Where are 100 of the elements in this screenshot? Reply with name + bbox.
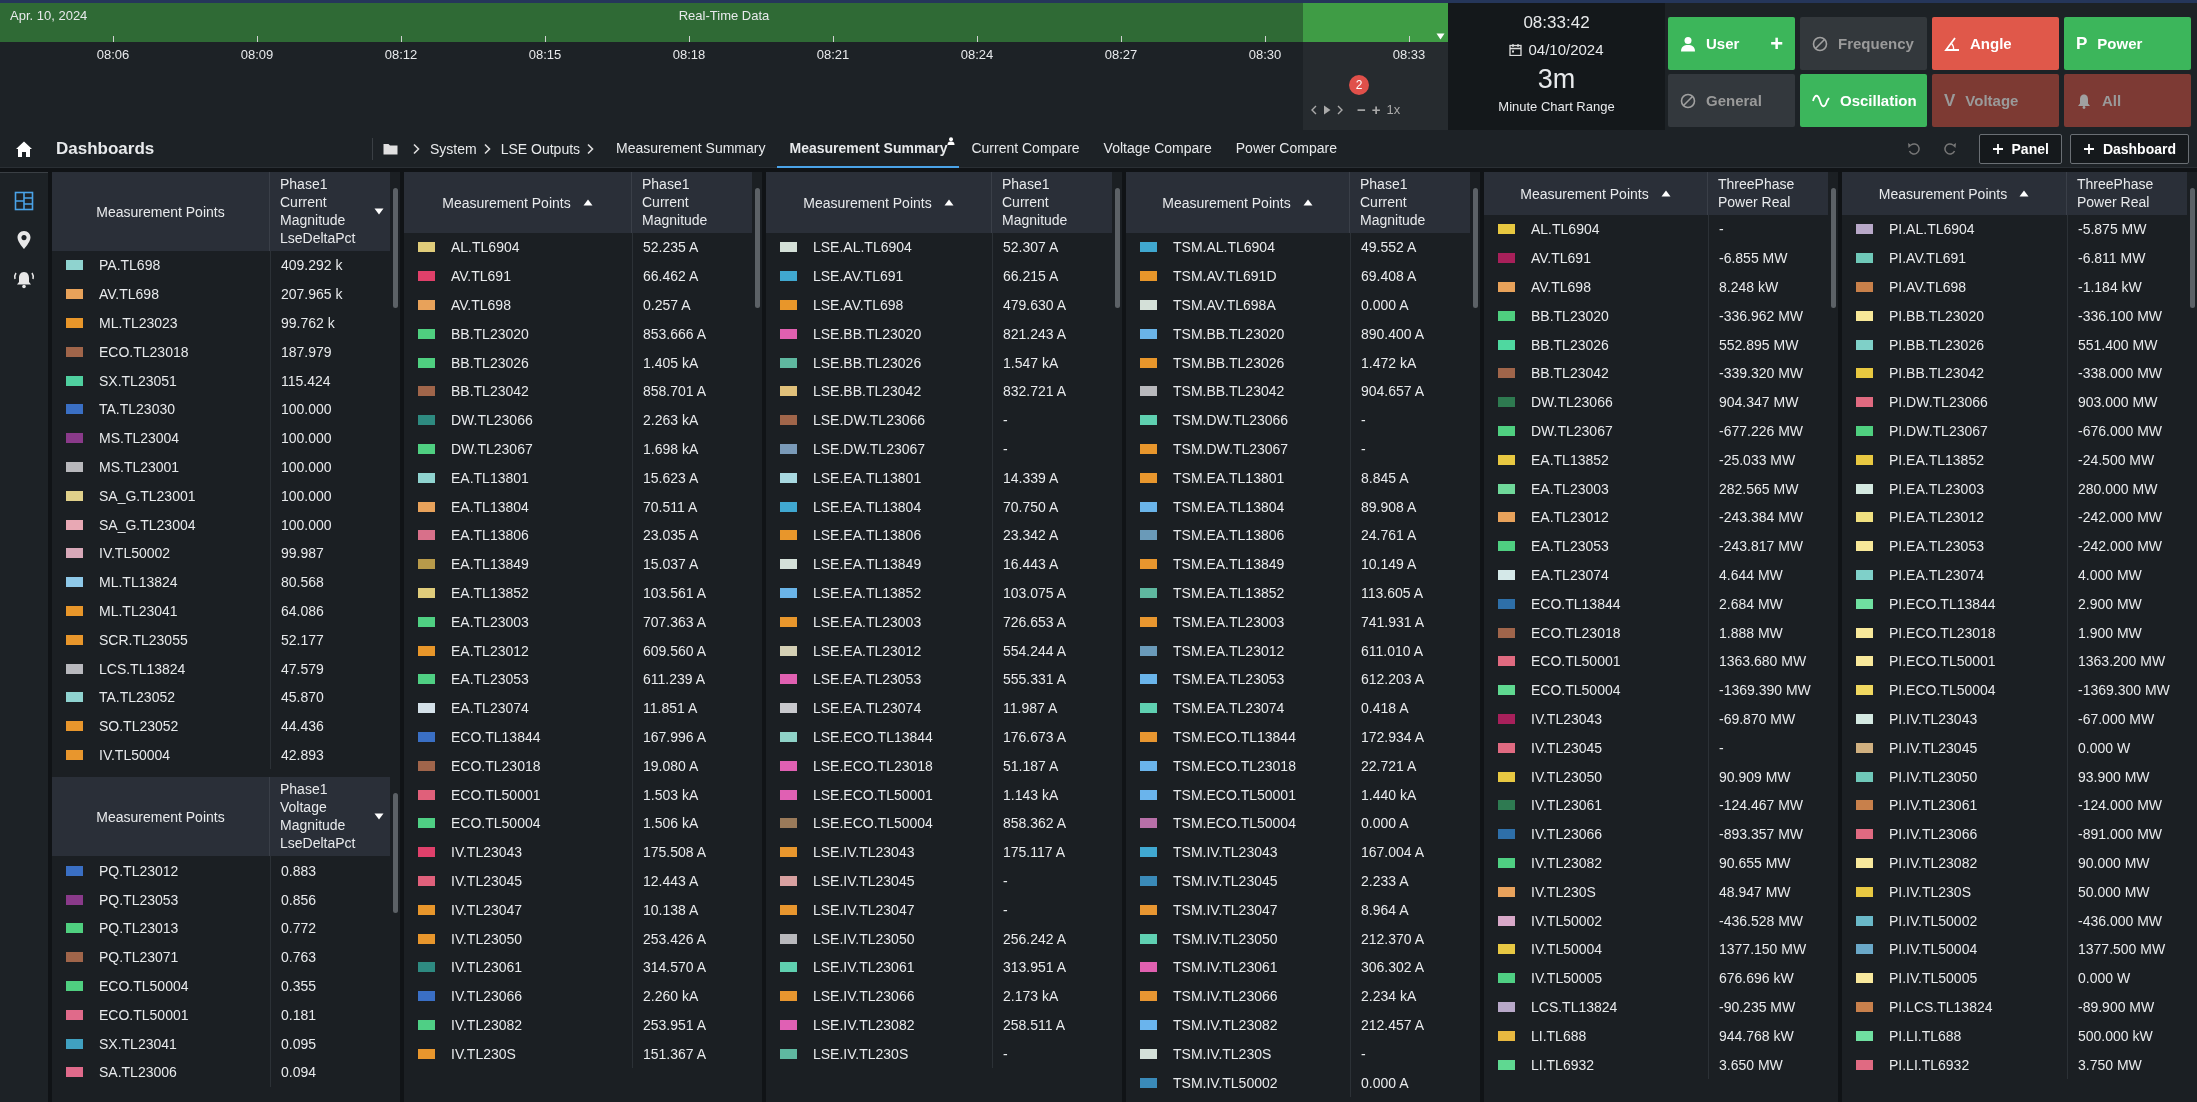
table-cell: TSM.ECO.TL23018 <box>1173 757 1296 774</box>
column-header[interactable]: Measurement Points <box>803 193 932 212</box>
table-cell: BB.TL23026 <box>451 354 529 371</box>
play-icon[interactable] <box>1323 104 1331 115</box>
table-cell: IV.TL23061 <box>451 959 523 976</box>
mode-button[interactable]: Frequency <box>1800 17 1927 70</box>
table-cell: IV.TL23082 <box>451 1016 523 1033</box>
table-cell: ECO.TL50004 <box>451 815 541 832</box>
undo-icon[interactable] <box>1906 141 1921 156</box>
table-cell: PI.IV.TL230S <box>1889 883 1971 900</box>
table-cell: BB.TL23026 <box>1531 336 1609 353</box>
add-icon: + <box>1770 30 1783 57</box>
grid-icon[interactable] <box>14 191 34 211</box>
table-cell: LSE.AL.TL6904 <box>813 239 912 256</box>
table-cell: EA.TL13801 <box>451 469 529 486</box>
column-header[interactable]: Phase1 Current Magnitude <box>642 175 724 229</box>
table-cell: TSM.BB.TL23026 <box>1173 354 1285 371</box>
dropdown-caret-icon[interactable] <box>374 812 384 820</box>
sort-ascending-icon[interactable] <box>1302 199 1313 206</box>
table-cell: TSM.IV.TL23082 <box>1173 1016 1278 1033</box>
dashboard-tab[interactable]: Current Compare <box>959 129 1092 168</box>
table-cell: ECO.TL13844 <box>451 728 541 745</box>
table-cell: IV.TL23045 <box>451 872 523 889</box>
table-cell: TSM.BB.TL23042 <box>1173 383 1285 400</box>
home-icon[interactable] <box>15 139 33 158</box>
column-header[interactable]: Measurement Points <box>1162 193 1291 212</box>
redo-icon[interactable] <box>1942 141 1957 156</box>
sort-ascending-icon[interactable] <box>2019 190 2030 197</box>
location-pin-icon[interactable] <box>16 230 32 250</box>
table-cell: TSM.ECO.TL50004 <box>1173 815 1296 832</box>
scrollbar-thumb[interactable] <box>1472 188 1478 308</box>
column-header[interactable]: Phase1 Voltage Magnitude LseDeltaPct <box>280 780 362 853</box>
chevron-right-icon <box>586 142 595 155</box>
table-cell: TSM.EA.TL23012 <box>1173 642 1285 659</box>
prohibited-icon <box>1680 92 1696 109</box>
add-button[interactable]: Panel <box>1978 133 2062 164</box>
zoom-out-button[interactable]: − <box>1357 101 1366 118</box>
mode-button[interactable]: General <box>1668 74 1795 127</box>
breadcrumb-link[interactable]: System <box>430 140 477 157</box>
table-cell: LSE.AV.TL698 <box>813 297 904 313</box>
table-cell: IV.TL23047 <box>451 901 523 918</box>
dashboard-tab[interactable]: Power Compare <box>1223 129 1349 168</box>
table-cell: EA.TL23012 <box>451 642 529 659</box>
column-header[interactable]: Phase1 Current Magnitude LseDeltaPct <box>280 175 362 247</box>
table-cell: TSM.DW.TL23066 <box>1173 412 1289 429</box>
column-header[interactable]: Measurement Points <box>1520 184 1649 203</box>
scrollbar-thumb[interactable] <box>754 188 760 308</box>
dashboard-tab[interactable]: Measurement Summary <box>777 129 960 168</box>
table-cell: SA_G.TL23001 <box>99 487 196 504</box>
zoom-in-button[interactable]: + <box>1371 101 1381 118</box>
table-cell: LSE.AV.TL691 <box>813 268 904 285</box>
table-cell: IV.TL50004 <box>99 746 171 763</box>
column-header[interactable]: Measurement Points <box>96 807 225 826</box>
table-cell: LSE.IV.TL23050 <box>813 930 915 947</box>
person-icon <box>1680 35 1696 52</box>
folder-icon[interactable] <box>383 142 398 155</box>
table-cell: TSM.AV.TL691D <box>1173 268 1277 285</box>
column-header[interactable]: Phase1 Current Magnitude <box>1360 175 1442 229</box>
time-tick-label: 08:18 <box>672 47 706 62</box>
table-cell: PI.ECO.TL23018 <box>1889 624 1996 641</box>
sort-ascending-icon[interactable] <box>1660 190 1671 197</box>
table-cell: LSE.DW.TL23067 <box>813 440 926 457</box>
table-cell: SX.TL23051 <box>99 372 177 389</box>
add-button[interactable]: Dashboard <box>2069 133 2189 164</box>
scrollbar-thumb[interactable] <box>1830 188 1836 308</box>
alert-badge[interactable]: 2 <box>1349 75 1369 95</box>
sort-ascending-icon[interactable] <box>943 199 954 206</box>
column-header[interactable]: ThreePhase Power Real <box>1718 175 1800 211</box>
table-cell: IV.TL50004 <box>1531 941 1603 958</box>
column-header[interactable]: Measurement Points <box>1878 184 2008 203</box>
table-cell: SA_G.TL23004 <box>99 516 196 533</box>
dashboard-tab[interactable]: Voltage Compare <box>1091 129 1224 168</box>
scrollbar-thumb[interactable] <box>2189 188 2195 308</box>
scrollbar-thumb[interactable] <box>392 188 398 308</box>
sort-ascending-icon[interactable] <box>582 199 593 206</box>
table-cell: PI.EA.TL23003 <box>1889 480 1984 497</box>
chevron-right-icon[interactable] <box>1337 104 1343 115</box>
table-cell: TSM.IV.TL23043 <box>1173 844 1278 861</box>
alarm-bell-icon[interactable] <box>13 269 35 289</box>
table-cell: MS.TL23001 <box>99 458 180 475</box>
table-cell: TA.TL23052 <box>99 689 175 706</box>
sine-wave-icon <box>1812 92 1830 109</box>
table-cell: SO.TL23052 <box>99 718 179 735</box>
mode-button[interactable]: Angle <box>1932 17 2059 70</box>
table-cell: IV.TL50002 <box>99 545 171 562</box>
column-header[interactable]: ThreePhase Power Real <box>2077 175 2159 211</box>
table-cell: LSE.EA.TL13801 <box>813 469 922 486</box>
column-header[interactable]: Measurement Points <box>96 202 225 221</box>
marker-triangle-icon[interactable] <box>1436 33 1445 40</box>
table-cell: TSM.IV.TL23045 <box>1173 872 1278 889</box>
dropdown-caret-icon[interactable] <box>374 207 384 215</box>
breadcrumb-link[interactable]: LSE Outputs <box>500 140 581 157</box>
table-cell: LCS.TL13824 <box>99 660 186 677</box>
chevron-left-icon[interactable] <box>1311 104 1317 115</box>
dashboard-tab[interactable]: Measurement Summary <box>604 129 778 168</box>
scrollbar-thumb[interactable] <box>392 793 398 914</box>
column-header[interactable]: Phase1 Current Magnitude <box>1002 175 1084 229</box>
column-header[interactable]: Measurement Points <box>442 193 571 212</box>
scrollbar-thumb[interactable] <box>1114 188 1120 308</box>
timeline-date: Apr. 10, 2024 <box>10 8 89 23</box>
